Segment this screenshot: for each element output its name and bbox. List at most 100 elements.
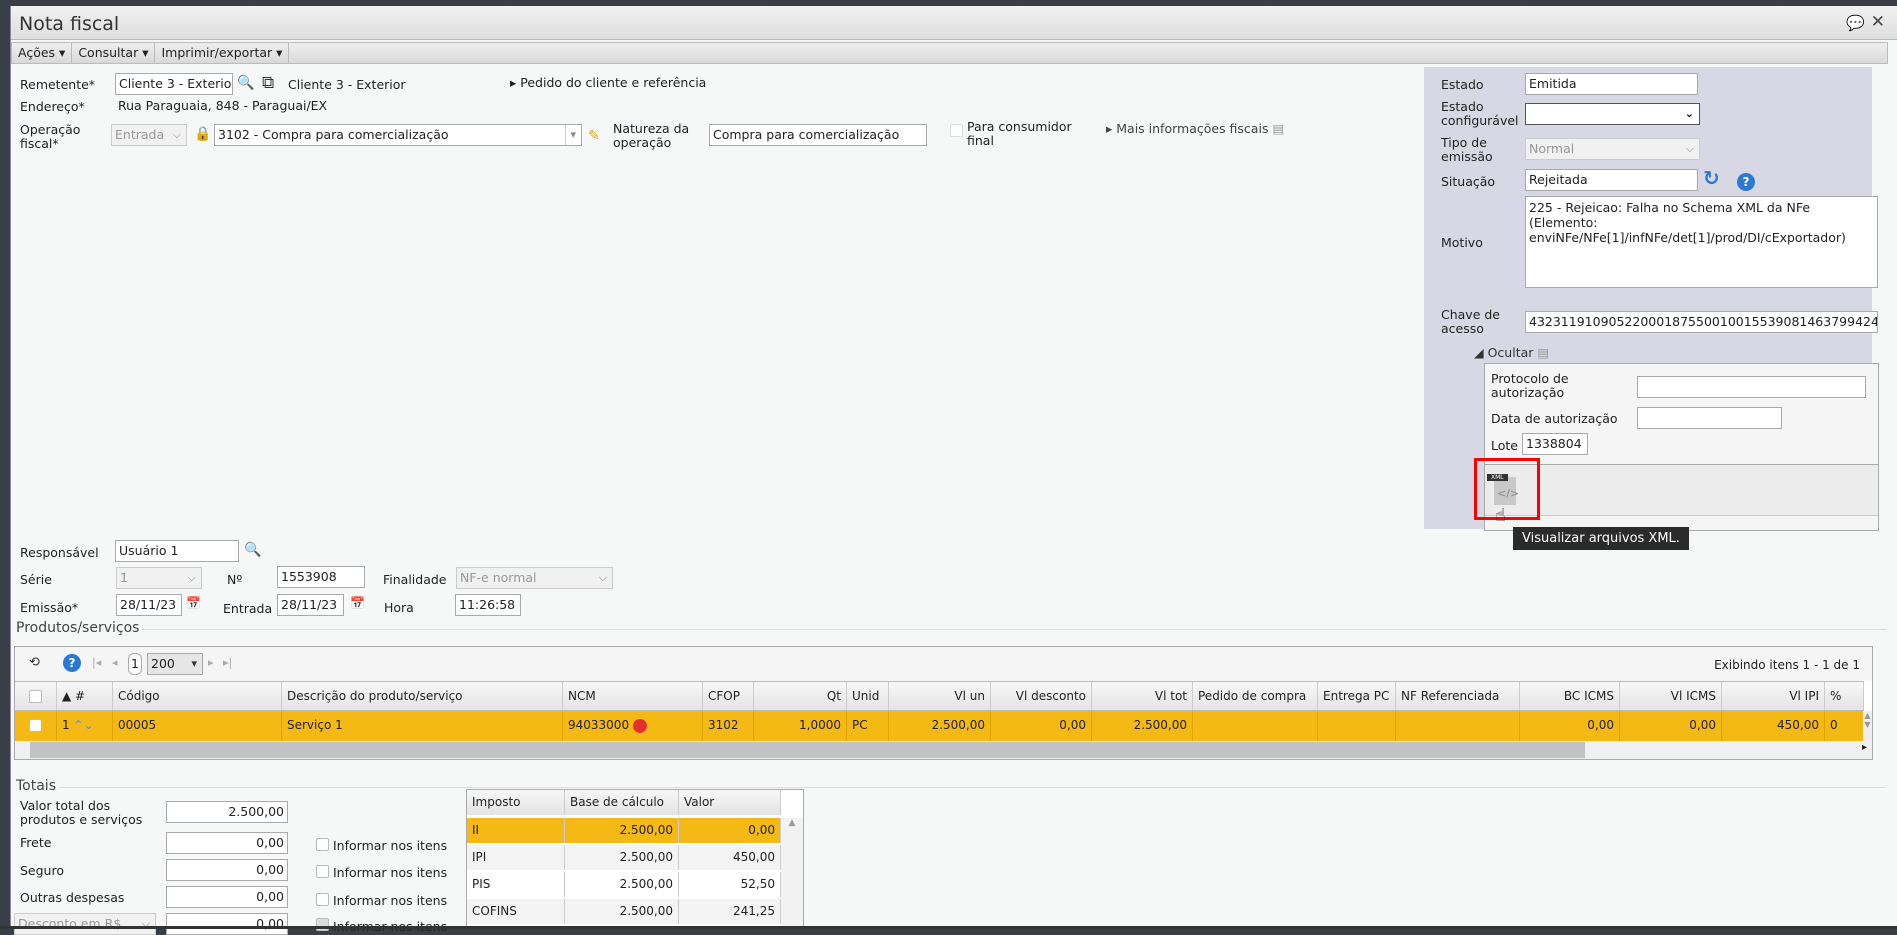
calendar-icon[interactable]: 📅 bbox=[350, 596, 365, 610]
column-header[interactable]: NF Referenciada bbox=[1396, 682, 1520, 710]
table-row[interactable]: 1 ⌃⌄ 00005 Serviço 1 94033000 3102 1,0000 PC 2.… bbox=[15, 711, 1864, 741]
outras-input[interactable]: 0,00 bbox=[166, 886, 288, 908]
tipo-select[interactable]: Normal ⌵ bbox=[1525, 138, 1700, 160]
column-header[interactable]: BC ICMS bbox=[1520, 682, 1620, 710]
first-page-icon[interactable]: |◂ bbox=[92, 656, 101, 669]
responsavel-input[interactable]: Usuário 1 bbox=[115, 540, 239, 562]
remetente-link[interactable]: Cliente 3 - Exterior bbox=[288, 78, 406, 92]
remetente-input[interactable]: Cliente 3 - Exterior bbox=[115, 73, 233, 95]
search-icon[interactable]: 🔍 bbox=[237, 75, 254, 91]
column-header[interactable]: Vl ICMS bbox=[1620, 682, 1722, 710]
tax-scrollbar[interactable]: ▲ bbox=[781, 818, 803, 928]
table-cell: PC bbox=[847, 711, 889, 741]
situacao-input[interactable]: Rejeitada bbox=[1525, 169, 1698, 191]
lote-label: Lote bbox=[1491, 438, 1518, 453]
help-icon[interactable]: ? bbox=[63, 654, 81, 672]
close-icon[interactable]: ✕ bbox=[1871, 12, 1885, 32]
column-header[interactable]: NCM bbox=[563, 682, 703, 710]
finalidade-select[interactable]: NF-e normal ⌵ bbox=[456, 567, 613, 589]
entrada-input[interactable]: 28/11/23 bbox=[277, 594, 344, 616]
tax-row[interactable]: COFINS 2.500,00 241,25 bbox=[467, 899, 781, 924]
calendar-icon[interactable]: 📅 bbox=[186, 596, 201, 610]
reorder-icon[interactable]: ⌃⌄ bbox=[70, 718, 93, 732]
scrollbar-thumb[interactable] bbox=[30, 742, 1585, 758]
pencil-icon[interactable]: ✎ bbox=[588, 128, 600, 144]
desconto-informar-checkbox[interactable] bbox=[316, 918, 329, 931]
page-input[interactable]: 1 bbox=[128, 653, 142, 675]
row-checkbox[interactable] bbox=[29, 719, 42, 732]
tax-header: Imposto Base de cálculo Valor bbox=[467, 790, 781, 815]
operacao-select[interactable]: 3102 - Compra para comercialização ▾ bbox=[214, 124, 582, 146]
consumidor-checkbox[interactable] bbox=[950, 124, 963, 137]
column-header[interactable] bbox=[15, 682, 57, 710]
estado-conf-select[interactable]: ⌄ bbox=[1525, 103, 1700, 125]
pedido-toggle[interactable]: ▸ Pedido do cliente e referência bbox=[510, 76, 706, 90]
refresh-icon[interactable]: ⟲ bbox=[29, 655, 40, 670]
external-link-icon[interactable]: ⧉ bbox=[262, 73, 274, 93]
frete-input[interactable]: 0,00 bbox=[166, 832, 288, 854]
vertical-scrollbar[interactable]: ▲ ▼ bbox=[1863, 711, 1872, 741]
column-header[interactable]: CFOP bbox=[703, 682, 754, 710]
scroll-right-icon[interactable]: ▸ bbox=[1862, 742, 1867, 753]
select-all-checkbox[interactable] bbox=[29, 690, 42, 703]
tax-row[interactable]: IPI 2.500,00 450,00 bbox=[467, 845, 781, 870]
natureza-input[interactable]: Compra para comercialização bbox=[709, 124, 927, 146]
column-header[interactable]: Descrição do produto/serviço bbox=[282, 682, 563, 710]
help-icon[interactable]: ? bbox=[1737, 173, 1755, 191]
serie-select[interactable]: 1 ⌵ bbox=[116, 567, 202, 589]
column-header[interactable]: Código bbox=[113, 682, 282, 710]
motivo-textarea[interactable]: 225 - Rejeicao: Falha no Schema XML da N… bbox=[1525, 196, 1878, 288]
ocultar-toggle[interactable]: ◢ Ocultar ▤ bbox=[1474, 346, 1549, 360]
table-cell: 2.500,00 bbox=[889, 711, 991, 741]
tax-row[interactable]: II 2.500,00 0,00 bbox=[467, 818, 781, 843]
frete-informar-checkbox[interactable] bbox=[316, 838, 329, 851]
acoes-menu[interactable]: Ações ▾ bbox=[12, 43, 73, 63]
last-page-icon[interactable]: ▸| bbox=[223, 656, 232, 669]
column-header[interactable]: Vl tot bbox=[1092, 682, 1193, 710]
next-page-icon[interactable]: ▸ bbox=[208, 656, 214, 669]
mais-info-toggle[interactable]: ▸ Mais informações fiscais ▤ bbox=[1106, 122, 1284, 136]
column-header[interactable]: Entrega PC bbox=[1318, 682, 1396, 710]
tax-column-header[interactable]: Valor bbox=[679, 790, 781, 815]
desconto-select[interactable]: Desconto em R$ ⌵ bbox=[14, 913, 156, 935]
seguro-input[interactable]: 0,00 bbox=[166, 859, 288, 881]
protocolo-input[interactable] bbox=[1637, 376, 1866, 398]
page-size-select[interactable]: 200 ▾ bbox=[147, 653, 203, 675]
estado-input[interactable]: Emitida bbox=[1525, 73, 1698, 95]
column-header[interactable]: Pedido de compra bbox=[1193, 682, 1318, 710]
refresh-icon[interactable]: ↻ bbox=[1703, 166, 1720, 190]
tax-column-header[interactable]: Base de cálculo bbox=[565, 790, 679, 815]
highlight-box bbox=[1474, 458, 1540, 520]
valor-total-input[interactable]: 2.500,00 bbox=[166, 801, 288, 823]
column-header[interactable]: Qt bbox=[754, 682, 847, 710]
operacao-tipo-select[interactable]: Entrada ⌵ bbox=[111, 124, 187, 146]
column-header[interactable]: Vl desconto bbox=[991, 682, 1092, 710]
seguro-informar-checkbox[interactable] bbox=[316, 865, 329, 878]
hora-input[interactable]: 11:26:58 bbox=[455, 594, 521, 616]
column-header[interactable]: Vl IPI bbox=[1722, 682, 1825, 710]
column-header[interactable]: Vl un bbox=[889, 682, 991, 710]
column-header[interactable]: Unid bbox=[847, 682, 889, 710]
tax-row[interactable]: PIS 2.500,00 52,50 bbox=[467, 872, 781, 897]
tax-cell: 0,00 bbox=[679, 818, 781, 843]
numero-input[interactable]: 1553908 bbox=[277, 566, 365, 588]
column-header[interactable]: ▲ # bbox=[57, 682, 113, 710]
operacao-label: Operação fiscal* bbox=[20, 122, 81, 151]
imprimir-menu[interactable]: Imprimir/exportar ▾ bbox=[155, 43, 290, 63]
outras-informar-checkbox[interactable] bbox=[316, 893, 329, 906]
tax-column-header[interactable]: Imposto bbox=[467, 790, 565, 815]
ncm-warning-icon[interactable] bbox=[633, 718, 648, 733]
consultar-menu[interactable]: Consultar ▾ bbox=[72, 43, 156, 63]
lote-input[interactable]: 1338804 bbox=[1522, 433, 1588, 455]
ocultar-label: Ocultar bbox=[1487, 345, 1534, 360]
chat-icon[interactable]: 💬 bbox=[1846, 14, 1865, 32]
emissao-input[interactable]: 28/11/23 bbox=[116, 594, 182, 616]
table-cell: 0,00 bbox=[1520, 711, 1620, 741]
column-header[interactable]: % bbox=[1825, 682, 1864, 710]
prev-page-icon[interactable]: ◂ bbox=[112, 656, 118, 669]
chave-input[interactable]: 4323119109052200018755001001553908146379… bbox=[1525, 311, 1878, 333]
horizontal-scrollbar[interactable]: ▸ bbox=[15, 741, 1872, 759]
data-aut-input[interactable] bbox=[1637, 407, 1782, 429]
desconto-input[interactable]: 0,00 bbox=[166, 913, 288, 935]
search-icon[interactable]: 🔍 bbox=[244, 542, 261, 558]
